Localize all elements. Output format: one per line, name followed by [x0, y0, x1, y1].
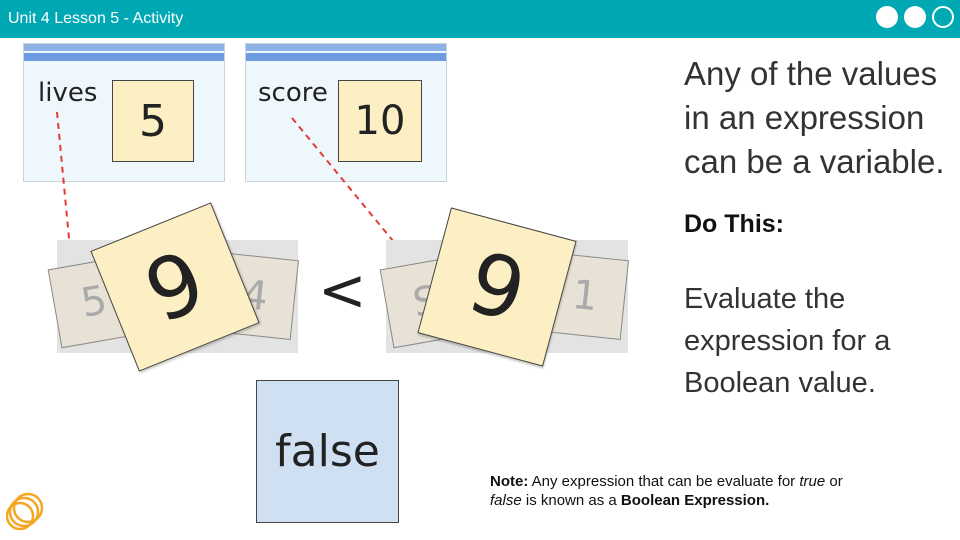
footnote: Note: Any expression that can be evaluat… — [490, 472, 940, 510]
orange-rings-logo-icon — [6, 492, 44, 531]
footnote-false: false — [490, 492, 522, 509]
footnote-true: true — [799, 473, 826, 490]
note-label: Note: — [490, 473, 529, 490]
footnote-text-2: is known as a — [525, 492, 617, 509]
do-this-label: Do This: — [684, 210, 784, 238]
instruction-task: Evaluate the expression for a Boolean va… — [684, 283, 891, 399]
footnote-or: or — [829, 473, 843, 490]
comparison-operator: < — [318, 256, 367, 324]
instruction-intro: Any of the values in an expression can b… — [684, 55, 945, 180]
footnote-text-1: Any expression that can be evaluate for — [531, 473, 796, 490]
result-value: false — [275, 426, 380, 477]
footnote-bold-term: Boolean Expression. — [620, 492, 770, 509]
result-note[interactable]: false — [256, 380, 399, 523]
